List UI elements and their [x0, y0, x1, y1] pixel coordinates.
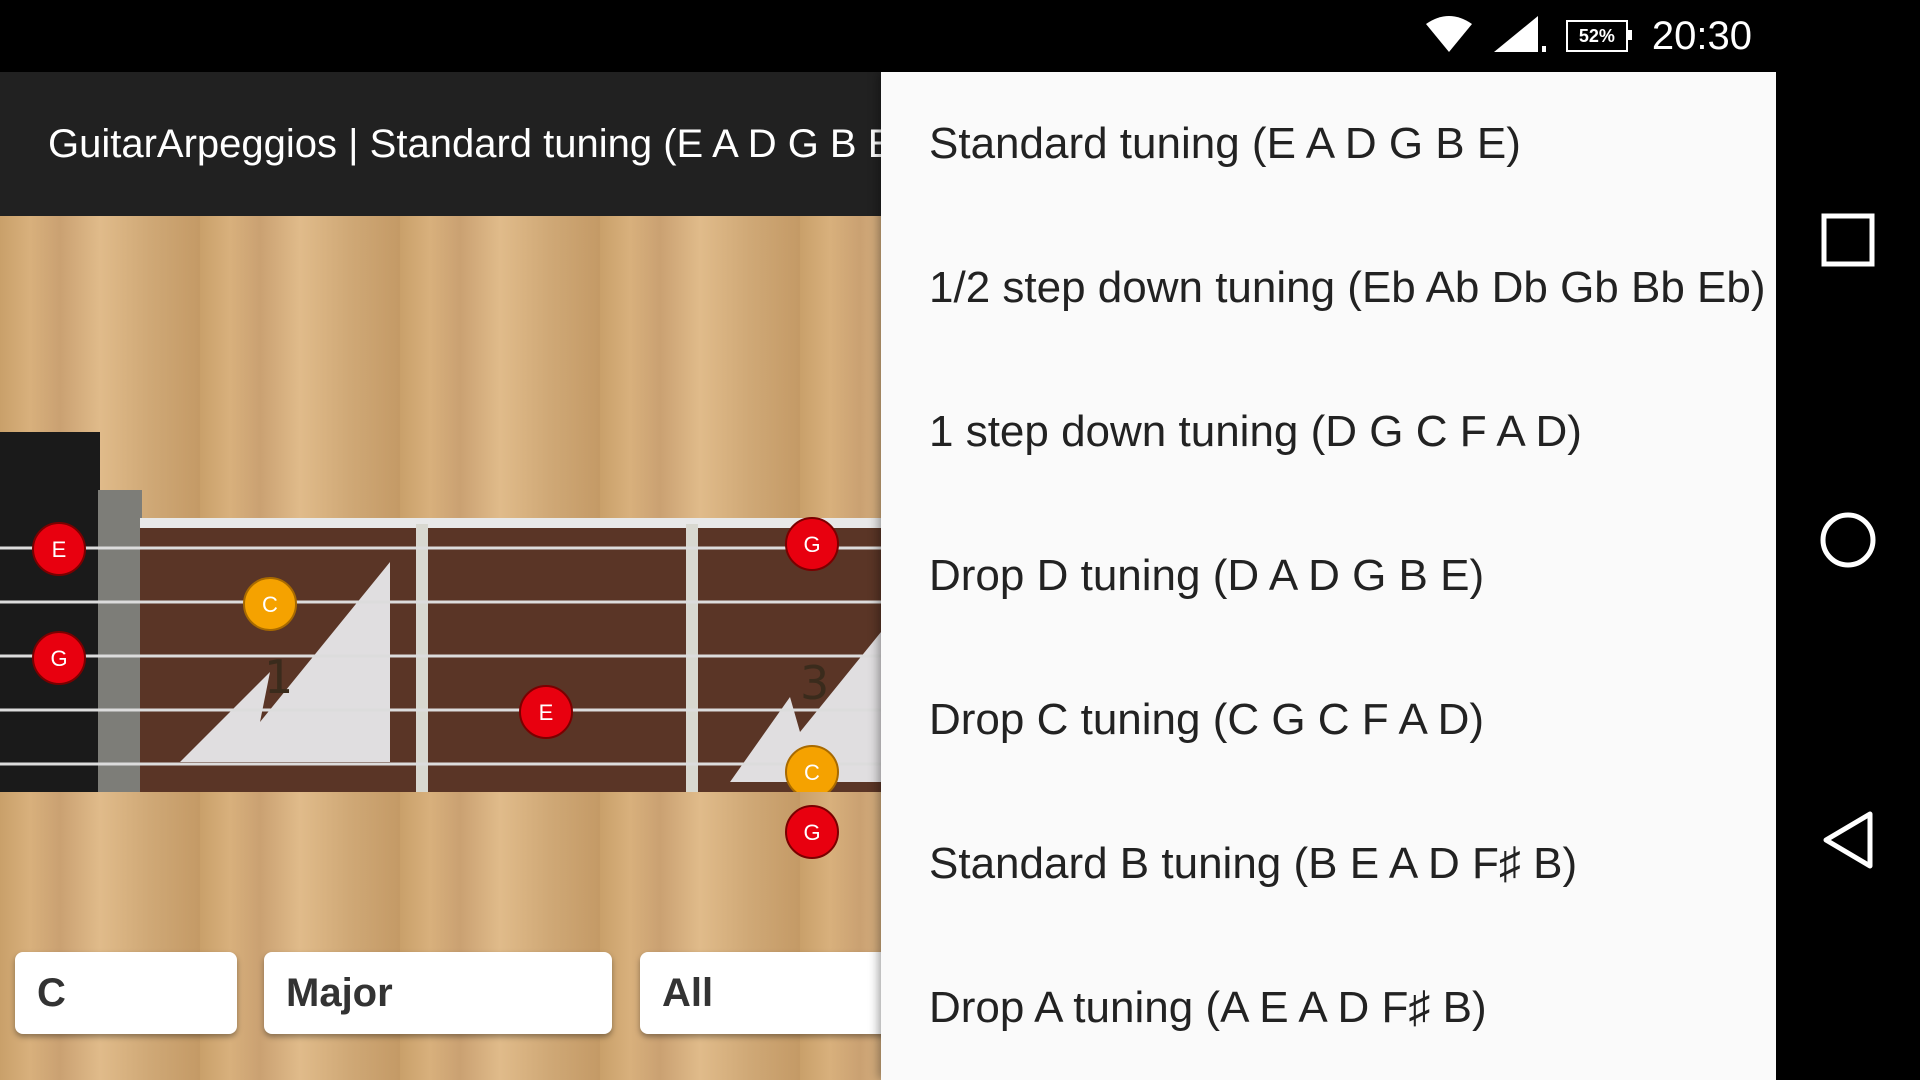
key-selector[interactable]: C: [15, 952, 237, 1034]
fret-number: 1: [264, 650, 294, 704]
quality-value: Major: [286, 970, 393, 1015]
app-title: GuitarArpeggios | Standard tuning (E A D…: [48, 121, 908, 166]
key-value: C: [37, 970, 66, 1015]
chord-quality-selector[interactable]: Major: [264, 952, 612, 1034]
wifi-icon: [1424, 14, 1474, 59]
fret-number: 3: [800, 656, 830, 710]
clock: 20:30: [1651, 13, 1752, 58]
menu-item-drop-a[interactable]: Drop A tuning (A E A D F♯ B): [881, 936, 1776, 1080]
menu-item-one-step-down[interactable]: 1 step down tuning (D G C F A D): [881, 360, 1776, 504]
navigation-bar: [1776, 72, 1920, 1080]
status-icons: 52% 20:30: [1424, 0, 1752, 72]
filter-value: All: [662, 970, 714, 1015]
app-content: E G E C E G C: [0, 72, 1776, 1080]
recents-icon[interactable]: [1812, 204, 1884, 276]
filter-selector[interactable]: All: [640, 952, 900, 1034]
app-bar: GuitarArpeggios | Standard tuning (E A D…: [0, 72, 908, 216]
note-label: G: [803, 820, 820, 845]
status-bar: 52% 20:30: [0, 0, 1920, 72]
battery-icon: 52%: [1565, 20, 1632, 52]
battery-level: 52%: [1578, 25, 1615, 46]
note-marker: G: [785, 805, 839, 859]
menu-item-half-step-down[interactable]: 1/2 step down tuning (Eb Ab Db Gb Bb Eb): [881, 216, 1776, 360]
signal-icon: [1492, 14, 1548, 59]
back-icon[interactable]: [1812, 804, 1884, 876]
menu-item-drop-c[interactable]: Drop C tuning (C G C F A D): [881, 648, 1776, 792]
menu-item-standard-tuning[interactable]: Standard tuning (E A D G B E): [881, 72, 1776, 216]
menu-item-standard-b[interactable]: Standard B tuning (B E A D F♯ B): [881, 792, 1776, 936]
menu-item-drop-d[interactable]: Drop D tuning (D A D G B E): [881, 504, 1776, 648]
home-icon[interactable]: [1812, 504, 1884, 576]
wood-background: E G E C E G C: [0, 216, 900, 1080]
note-overlay: G: [785, 805, 839, 859]
tuning-dropdown-menu: Standard tuning (E A D G B E) 1/2 step d…: [881, 72, 1776, 1080]
